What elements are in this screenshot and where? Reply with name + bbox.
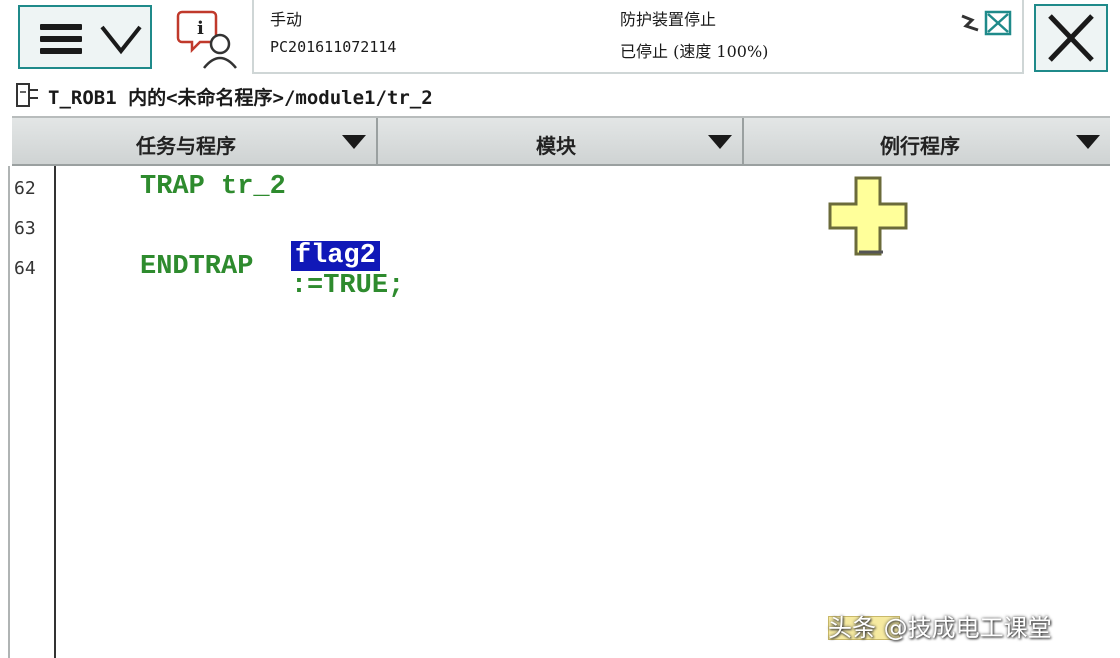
- tab-label: 任务与程序: [136, 134, 236, 158]
- info-user-icon[interactable]: i: [176, 8, 242, 70]
- close-button[interactable]: [1034, 4, 1108, 72]
- chevron-down-icon: [100, 25, 142, 55]
- breadcrumb: T_ROB1 内的<未命名程序>/module1/tr_2: [0, 78, 1120, 116]
- code-line[interactable]: TRAP tr_2: [140, 172, 286, 202]
- main-menu-button[interactable]: [18, 5, 152, 69]
- watermark-text: 头条 @技成电工课堂: [828, 614, 1052, 642]
- operating-mode: 手动: [270, 10, 303, 29]
- hamburger-menu-icon: [40, 24, 82, 60]
- controller-name: PC201611072114: [270, 38, 397, 56]
- code-line[interactable]: ENDTRAP: [140, 252, 253, 282]
- program-speed-status: 已停止 (速度 100%): [620, 42, 769, 61]
- editor-left-border: [8, 166, 10, 658]
- plus-cursor-icon: [828, 176, 908, 256]
- line-number: 62: [14, 178, 36, 199]
- code-editor[interactable]: 62 63 64 TRAP tr_2 flag2 :=TRUE; ENDTRAP: [0, 166, 1120, 658]
- tab-tasks-programs[interactable]: 任务与程序: [12, 118, 378, 164]
- selector-tabs: 任务与程序 模块 例行程序: [12, 116, 1110, 166]
- tab-label: 模块: [536, 134, 576, 158]
- dropdown-arrow-icon: [708, 135, 732, 149]
- tab-modules[interactable]: 模块: [378, 118, 744, 164]
- breadcrumb-path: T_ROB1 内的<未命名程序>/module1/tr_2: [48, 87, 433, 109]
- watermark: 头条 @技成电工课堂: [828, 608, 1052, 642]
- program-module-icon: [16, 83, 38, 107]
- code-assignment: :=TRUE;: [290, 271, 405, 301]
- selected-variable[interactable]: flag2: [290, 241, 380, 271]
- close-icon: [1048, 14, 1094, 62]
- tab-routines[interactable]: 例行程序: [744, 118, 1110, 164]
- robot-status-icon: [961, 10, 1012, 36]
- dropdown-arrow-icon: [1076, 135, 1100, 149]
- svg-text:i: i: [197, 18, 204, 39]
- line-number: 64: [14, 258, 36, 279]
- status-panel[interactable]: 手动 PC201611072114 防护装置停止 已停止 (速度 100%): [252, 0, 1024, 74]
- tab-label: 例行程序: [880, 134, 960, 158]
- dropdown-arrow-icon: [342, 135, 366, 149]
- line-number-gutter: [54, 166, 56, 658]
- top-bar: i 手动 PC201611072114 防护装置停止 已停止 (速度 100%): [0, 0, 1120, 78]
- controller-state: 防护装置停止: [620, 10, 717, 29]
- line-number: 63: [14, 218, 36, 239]
